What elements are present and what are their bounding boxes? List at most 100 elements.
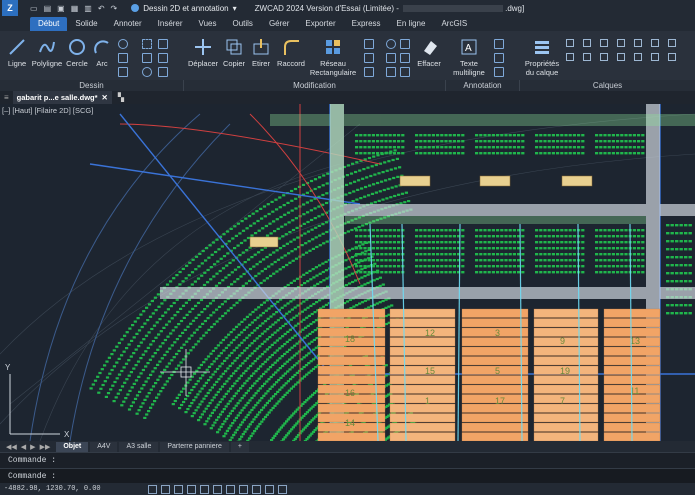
layer-on-icon[interactable] (566, 39, 574, 47)
arc-button[interactable]: Arc (90, 37, 114, 68)
document-tab[interactable]: gabarit p...e salle.dwg* ✕ (12, 91, 112, 104)
explode-icon[interactable] (400, 39, 410, 49)
print-icon[interactable]: ▥ (84, 4, 92, 13)
layer-merge-icon[interactable] (634, 53, 642, 61)
row-number-label: 15 (425, 366, 435, 376)
tab-exporter[interactable]: Exporter (297, 17, 343, 31)
fillet-button[interactable]: Raccord (274, 37, 308, 68)
transparency-icon[interactable] (239, 484, 248, 494)
tab-vues[interactable]: Vues (191, 17, 225, 31)
layer-thaw-icon[interactable] (600, 53, 608, 61)
leader-icon[interactable] (494, 53, 504, 63)
array-label-1: Réseau (320, 59, 346, 68)
mtext-button[interactable]: A Texte multiligne (448, 37, 490, 77)
tab-solide[interactable]: Solide (67, 17, 105, 31)
seat (283, 352, 287, 356)
lineweight-icon[interactable] (226, 484, 235, 494)
hatch-icon[interactable] (142, 39, 152, 49)
osnap-icon[interactable] (200, 484, 209, 494)
workspace-status-icon[interactable] (278, 484, 287, 494)
ellipse-icon[interactable] (118, 39, 128, 49)
donut-icon[interactable] (142, 67, 152, 77)
nav-prev-icon[interactable]: ◀ (21, 443, 26, 451)
dimension-icon[interactable] (494, 39, 504, 49)
layout-tab[interactable]: + (230, 441, 249, 452)
point-icon[interactable] (158, 39, 168, 49)
join-icon[interactable] (400, 67, 410, 77)
nav-next-icon[interactable]: ▶ (30, 443, 35, 451)
redo-icon[interactable]: ↷ (111, 4, 118, 13)
tab-annoter[interactable]: Annoter (106, 17, 150, 31)
circle-icon (69, 39, 85, 55)
stretch-button[interactable]: Etirer (248, 37, 274, 68)
tab-g-rer[interactable]: Gérer (261, 17, 297, 31)
offset-icon[interactable] (386, 67, 396, 77)
layer-match-icon[interactable] (651, 39, 659, 47)
nav-first-icon[interactable]: ◀◀ (6, 443, 17, 451)
break-icon[interactable] (400, 53, 410, 63)
tab-en-ligne[interactable]: En ligne (389, 17, 434, 31)
nav-last-icon[interactable]: ▶▶ (40, 443, 51, 451)
layer-previous-icon[interactable] (668, 39, 676, 47)
layer-walk-icon[interactable] (566, 53, 574, 61)
layout-tab[interactable]: A3 salle (119, 441, 159, 452)
layer-color-icon[interactable] (617, 39, 625, 47)
boundary-icon[interactable] (158, 67, 168, 77)
polyline-button[interactable]: Polyligne (30, 37, 64, 68)
ortho-icon[interactable] (174, 484, 183, 494)
array-button[interactable]: Réseau Rectangulaire (306, 37, 360, 77)
menu-icon[interactable]: ≡ (4, 93, 9, 102)
tab-arcgis[interactable]: ArcGIS (433, 17, 475, 31)
seat (351, 247, 355, 250)
tab-outils[interactable]: Outils (224, 17, 260, 31)
scale-icon[interactable] (364, 67, 374, 77)
new-file-icon[interactable]: ▭ (30, 4, 38, 13)
layer-off-icon[interactable] (583, 53, 591, 61)
mirror-icon[interactable] (364, 53, 374, 63)
layer-lock-icon[interactable] (600, 39, 608, 47)
layout-tab[interactable]: Parterre panniere (160, 441, 229, 452)
layer-unlock-icon[interactable] (617, 53, 625, 61)
circle-button[interactable]: Cercle (64, 37, 90, 68)
seat (240, 397, 244, 400)
layer-delete-icon[interactable] (651, 53, 659, 61)
polar-icon[interactable] (187, 484, 196, 494)
command-line[interactable]: Commande : (0, 468, 695, 483)
move-button[interactable]: Déplacer (186, 37, 220, 68)
new-tab-icon[interactable]: ▚ (118, 93, 124, 102)
rotate-icon[interactable] (364, 39, 374, 49)
open-file-icon[interactable]: ▤ (44, 4, 52, 13)
copy-button[interactable]: Copier (220, 37, 248, 68)
layer-isolate-icon[interactable] (634, 39, 642, 47)
trim-icon[interactable] (386, 39, 396, 49)
line-button[interactable]: Ligne (4, 37, 30, 68)
undo-icon[interactable]: ↶ (98, 4, 105, 13)
tab-express[interactable]: Express (344, 17, 389, 31)
grid-icon[interactable] (148, 484, 157, 494)
layer-state-icon[interactable] (668, 53, 676, 61)
drawing-viewport[interactable]: [–] [Haut] [Filaire 2D] [SCG] 18 16 14 1… (0, 104, 695, 441)
snap-icon[interactable] (161, 484, 170, 494)
polygon-icon[interactable] (118, 67, 128, 77)
extend-icon[interactable] (386, 53, 396, 63)
otrack-icon[interactable] (213, 484, 222, 494)
view-controls-label[interactable]: [–] [Haut] [Filaire 2D] [SCG] (2, 106, 93, 115)
selection-cycle-icon[interactable] (252, 484, 261, 494)
layout-tab[interactable]: A4V (90, 441, 118, 452)
erase-button[interactable]: Effacer (414, 37, 444, 68)
workspace-selector[interactable]: Dessin 2D et annotation ▾ (131, 4, 237, 13)
save-as-icon[interactable]: ▦ (71, 4, 79, 13)
table-icon[interactable] (494, 67, 504, 77)
spline-icon[interactable] (158, 53, 168, 63)
tab-d-but[interactable]: Début (30, 17, 68, 31)
layer-properties-button[interactable]: Propriétés du calque (522, 37, 562, 77)
layer-freeze-icon[interactable] (583, 39, 591, 47)
layout-tab[interactable]: Objet (56, 441, 89, 452)
close-tab-icon[interactable]: ✕ (102, 91, 108, 104)
save-icon[interactable]: ▣ (57, 4, 65, 13)
tab-ins-rer[interactable]: Insérer (150, 17, 191, 31)
app-logo-icon[interactable]: Z (2, 0, 18, 16)
rectangle-icon[interactable] (118, 53, 128, 63)
region-icon[interactable] (142, 53, 152, 63)
annotation-icon[interactable] (265, 484, 274, 494)
